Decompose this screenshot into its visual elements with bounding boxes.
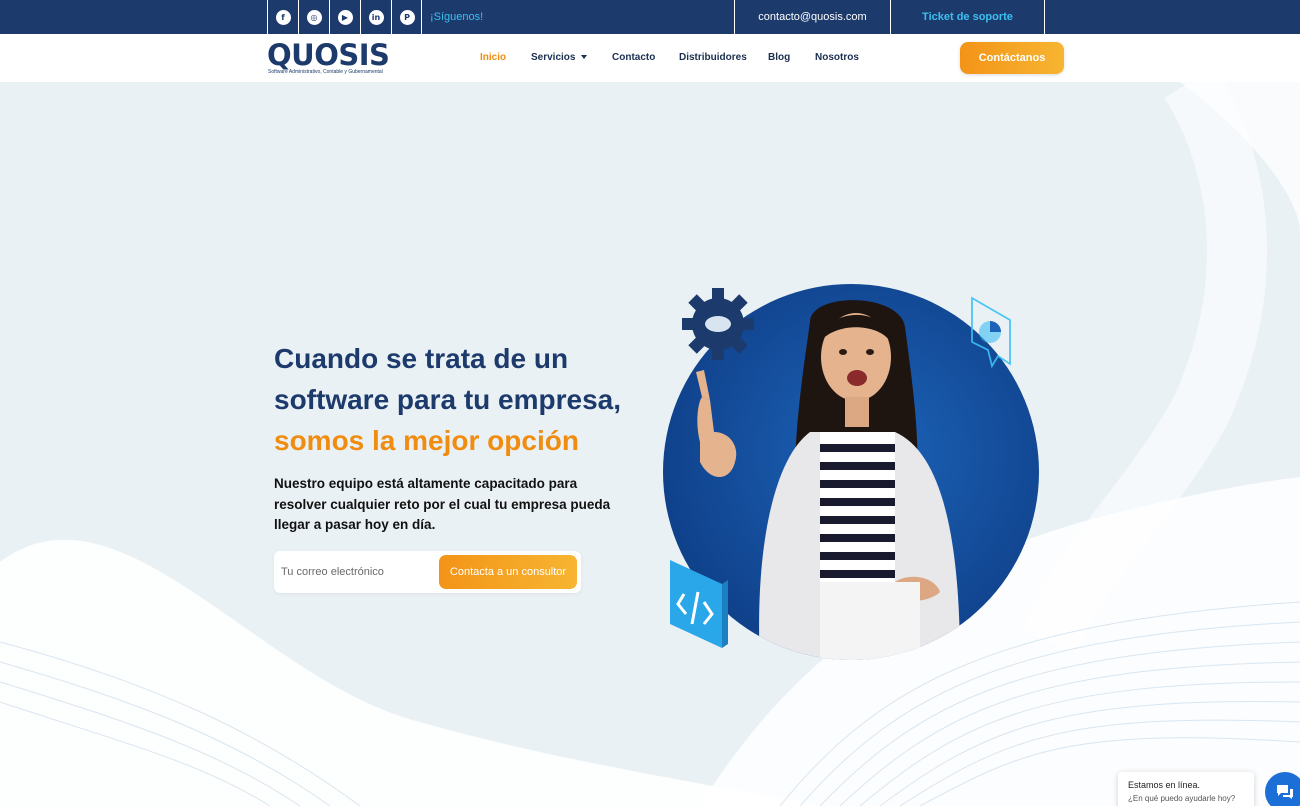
email-input[interactable]: [274, 551, 434, 593]
hero-title-line1: Cuando se trata de un: [274, 343, 569, 374]
instagram-icon: ◎: [306, 9, 322, 25]
follow-us-label: ¡Síguenos!: [430, 11, 484, 23]
nav-item-contacto[interactable]: Contacto: [612, 52, 655, 63]
chat-icon: [1277, 785, 1293, 799]
facebook-icon: f: [275, 9, 291, 25]
hero-title: Cuando se trata de un software para tu e…: [274, 338, 674, 461]
hero-description: Nuestro equipo está altamente capacitado…: [274, 476, 611, 532]
gear-icon: [682, 288, 754, 360]
nav-item-distribuidores[interactable]: Distribuidores: [679, 52, 747, 63]
logo-tagline: Software Administrativo, Contable y Gube…: [268, 69, 383, 75]
nav-item-servicios[interactable]: Servicios: [531, 52, 588, 63]
linkedin-link[interactable]: in: [360, 0, 391, 34]
hero-title-line2: software para tu empresa,: [274, 384, 622, 415]
youtube-link[interactable]: ▶: [329, 0, 360, 34]
follow-us: ¡Síguenos!: [421, 0, 483, 34]
hero-illustration: [663, 284, 1039, 660]
nav-item-servicios-label: Servicios: [531, 52, 576, 63]
top-bar: f ◎ ▶ in P ¡Síguenos! contacto@quosis.co…: [0, 0, 1300, 34]
chat-launcher-button[interactable]: [1265, 772, 1300, 806]
chat-status: Estamos en línea.: [1128, 780, 1201, 790]
chat-prompt[interactable]: Estamos en línea. ¿En qué puedo ayudarle…: [1118, 772, 1254, 806]
nav-item-inicio[interactable]: Inicio: [480, 52, 506, 63]
pinterest-icon: P: [399, 9, 415, 25]
nav-item-nosotros[interactable]: Nosotros: [815, 52, 859, 63]
hero-title-accent: somos la mejor opción: [274, 425, 579, 456]
logo-wordmark: QUOSIS: [267, 38, 390, 72]
contact-us-button[interactable]: Contáctanos: [960, 42, 1064, 74]
chat-question: ¿En qué puedo ayudarle hoy?: [1128, 794, 1236, 803]
instagram-link[interactable]: ◎: [298, 0, 329, 34]
nav-item-blog[interactable]: Blog: [768, 52, 790, 63]
contact-consultant-button[interactable]: Contacta a un consultor: [439, 555, 577, 589]
linkedin-icon: in: [368, 9, 384, 25]
support-ticket-link[interactable]: Ticket de soporte: [890, 0, 1045, 34]
chevron-down-icon: [581, 55, 588, 60]
contact-email-link[interactable]: contacto@quosis.com: [734, 0, 890, 34]
quosis-logo[interactable]: QUOSIS Software Administrativo, Contable…: [267, 38, 390, 78]
pinterest-link[interactable]: P: [391, 0, 422, 34]
youtube-icon: ▶: [337, 9, 353, 25]
facebook-link[interactable]: f: [267, 0, 298, 34]
main-navbar: QUOSIS Software Administrativo, Contable…: [0, 34, 1300, 82]
consultant-form: Contacta a un consultor: [274, 551, 581, 593]
